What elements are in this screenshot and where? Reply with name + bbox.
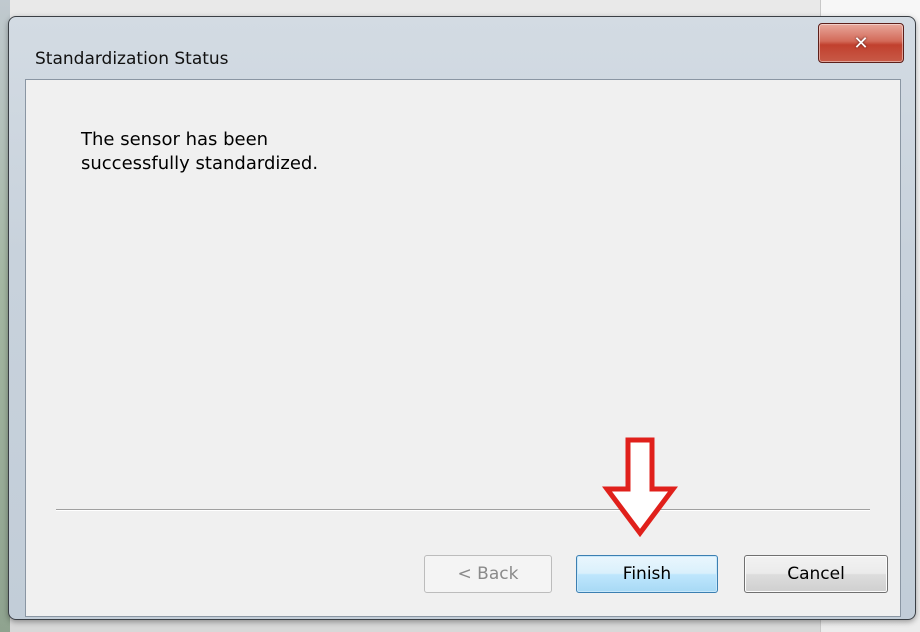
button-separator: [56, 509, 870, 511]
back-button[interactable]: < Back: [424, 555, 552, 593]
dialog-client-area: The sensor has been successfully standar…: [25, 79, 901, 617]
dialog-titlebar[interactable]: Standardization Status ✕: [9, 17, 915, 79]
down-arrow-icon: [602, 437, 678, 537]
status-message-line-1: The sensor has been: [81, 129, 269, 150]
status-message-line-2: successfully standardized.: [81, 153, 319, 174]
close-button[interactable]: ✕: [818, 23, 904, 63]
standardization-status-dialog: Standardization Status ✕ The sensor has …: [8, 16, 916, 620]
finish-button[interactable]: Finish: [576, 555, 718, 593]
dialog-title: Standardization Status: [35, 49, 229, 69]
status-message: The sensor has been successfully standar…: [81, 128, 481, 176]
down-arrow-shape: [602, 437, 678, 537]
close-icon: ✕: [853, 32, 869, 54]
cancel-button[interactable]: Cancel: [744, 555, 888, 593]
